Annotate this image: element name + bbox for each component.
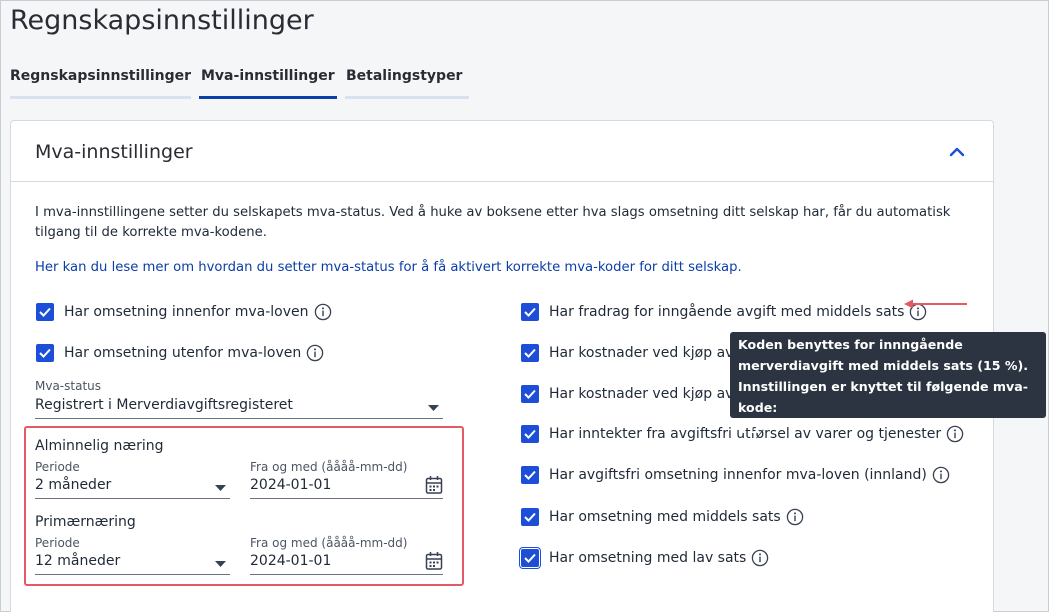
mva-status-value: Registrert i Merverdiavgiftsregisteret <box>35 397 293 413</box>
alminnelig-periode-select[interactable]: 2 måneder <box>35 477 230 499</box>
checkmark-icon <box>524 389 536 399</box>
help-link[interactable]: Her kan du lese mer om hvordan du setter… <box>35 260 742 275</box>
chevron-down-icon <box>215 561 226 567</box>
checkbox-label: Har kostnader ved kjøp av tje <box>549 386 756 402</box>
checkbox-row-middels-sats: Har omsetning med middels sats <box>521 508 804 526</box>
primaer-periode-select[interactable]: 12 måneder <box>35 553 230 575</box>
checkbox-utenfor[interactable] <box>36 344 54 362</box>
checkbox-label: Har omsetning utenfor mva-loven <box>64 345 302 361</box>
info-tooltip: Koden benyttes for innngående merverdiav… <box>730 332 1046 436</box>
checkmark-icon <box>524 512 536 522</box>
checkmark-icon <box>39 307 51 317</box>
tooltip-line: merverdiavgift med middels sats (15 %). <box>738 358 1029 373</box>
checkbox-avgiftsfri-innland[interactable] <box>521 466 539 484</box>
calendar-icon[interactable] <box>425 551 443 571</box>
checkbox-kjop-varer[interactable] <box>521 344 539 362</box>
tab-bar: Regnskapsinnstillinger Mva-innstillinger… <box>10 65 477 99</box>
mva-settings-card: Mva-innstillinger I mva-innstillingene s… <box>10 120 1046 612</box>
chevron-down-icon <box>428 405 439 411</box>
checkbox-label: Har omsetning med lav sats <box>549 550 747 566</box>
info-icon[interactable] <box>932 466 950 484</box>
checkbox-row-kjop-tjenester: Har kostnader ved kjøp av tje <box>521 385 756 403</box>
checkbox-label: Har fradrag for inngående avgift med mid… <box>549 304 905 320</box>
primaer-date-input[interactable]: 2024-01-01 <box>250 551 443 575</box>
mva-status-select[interactable]: Registrert i Merverdiavgiftsregisteret <box>35 397 443 419</box>
checkbox-label: Har omsetning innenfor mva-loven <box>64 304 309 320</box>
checkbox-middels-sats[interactable] <box>521 508 539 526</box>
tooltip-line: Innstillingen er knyttet til følgende mv… <box>738 379 1028 415</box>
checkbox-utforsel[interactable] <box>521 425 539 443</box>
checkmark-icon <box>524 307 536 317</box>
checkbox-lav-sats[interactable] <box>521 549 539 567</box>
primaer-date-value: 2024-01-01 <box>250 553 332 569</box>
primaer-title: Primærnæring <box>35 514 136 530</box>
checkbox-row-utenfor: Har omsetning utenfor mva-loven <box>36 344 324 362</box>
primaer-periode-label: Periode <box>35 536 80 550</box>
alminnelig-periode-value: 2 måneder <box>35 477 112 493</box>
checkbox-label: Har omsetning med middels sats <box>549 509 781 525</box>
chevron-up-icon[interactable] <box>948 145 966 159</box>
checkbox-row-innenfor: Har omsetning innenfor mva-loven <box>36 303 332 321</box>
checkbox-row-kjop-varer: Har kostnader ved kjøp av va <box>521 344 755 362</box>
checkbox-row-fradrag: Har fradrag for inngående avgift med mid… <box>521 303 927 321</box>
info-icon[interactable] <box>786 508 804 526</box>
checkbox-fradrag[interactable] <box>521 303 539 321</box>
primaer-periode-value: 12 måneder <box>35 553 121 569</box>
annotation-arrow-icon <box>904 299 967 309</box>
checkbox-innenfor[interactable] <box>36 303 54 321</box>
checkmark-icon <box>524 429 536 439</box>
tab-mva-innstillinger[interactable]: Mva-innstillinger <box>199 65 337 99</box>
page-title: Regnskapsinnstillinger <box>10 5 314 36</box>
alminnelig-date-value: 2024-01-01 <box>250 477 332 493</box>
alminnelig-date-label: Fra og med (åååå-mm-dd) <box>250 460 408 474</box>
checkbox-row-avgiftsfri-innland: Har avgiftsfri omsetning innenfor mva-lo… <box>521 466 950 484</box>
alminnelig-periode-label: Periode <box>35 460 80 474</box>
calendar-icon[interactable] <box>425 475 443 495</box>
mva-status-label: Mva-status <box>35 379 102 393</box>
intro-text: I mva-innstillingene setter du selskapet… <box>35 205 951 240</box>
card-header[interactable]: Mva-innstillinger <box>11 121 993 182</box>
tooltip-line: Koden benyttes for innngående <box>738 337 963 352</box>
checkmark-icon <box>39 348 51 358</box>
card-title: Mva-innstillinger <box>35 141 193 163</box>
checkmark-icon <box>524 553 536 563</box>
primaer-date-label: Fra og med (åååå-mm-dd) <box>250 536 408 550</box>
checkbox-label: Har avgiftsfri omsetning innenfor mva-lo… <box>549 467 927 483</box>
alminnelig-title: Alminnelig næring <box>35 438 164 454</box>
info-icon[interactable] <box>314 303 332 321</box>
checkmark-icon <box>524 470 536 480</box>
checkbox-label: Har kostnader ved kjøp av va <box>549 345 755 361</box>
info-icon[interactable] <box>306 344 324 362</box>
checkbox-kjop-tjenester[interactable] <box>521 385 539 403</box>
tab-regnskapsinnstillinger[interactable]: Regnskapsinnstillinger <box>10 65 191 99</box>
chevron-down-icon <box>215 485 226 491</box>
alminnelig-date-input[interactable]: 2024-01-01 <box>250 475 443 499</box>
checkbox-row-lav-sats: Har omsetning med lav sats <box>521 549 769 567</box>
checkmark-icon <box>524 348 536 358</box>
tab-betalingstyper[interactable]: Betalingstyper <box>345 65 469 99</box>
tooltip-line: 11. <box>738 421 761 436</box>
info-icon[interactable] <box>751 549 769 567</box>
